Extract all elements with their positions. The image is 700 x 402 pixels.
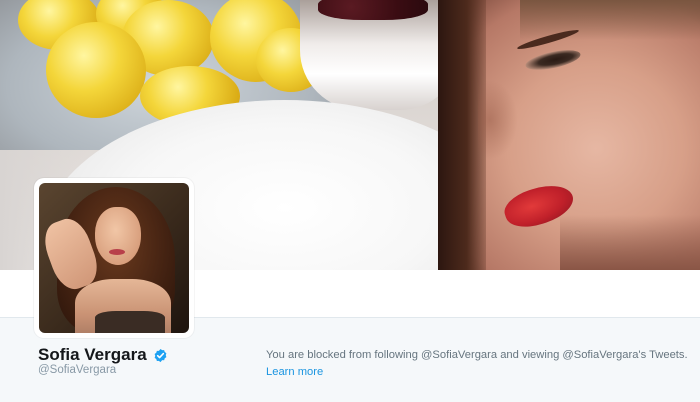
cherries	[318, 0, 428, 20]
profile-name[interactable]: Sofia Vergara	[38, 345, 147, 365]
avatar-clothing	[95, 311, 165, 333]
verified-badge-icon	[153, 348, 168, 363]
profile-name-row: Sofia Vergara	[38, 345, 168, 365]
blocked-notice-text: You are blocked from following @SofiaVer…	[266, 349, 688, 361]
learn-more-link[interactable]: Learn more	[266, 366, 323, 378]
portrait-hair-top	[520, 0, 700, 40]
lemon	[46, 22, 146, 118]
profile-handle[interactable]: @SofiaVergara	[38, 364, 116, 376]
avatar-face	[95, 207, 141, 265]
portrait-nose	[478, 80, 518, 160]
avatar-lips	[109, 249, 125, 255]
profile-avatar[interactable]	[39, 183, 189, 333]
blocked-notice: You are blocked from following @SofiaVer…	[266, 347, 692, 381]
portrait-chin	[560, 215, 700, 270]
profile-avatar-frame[interactable]	[34, 178, 194, 338]
